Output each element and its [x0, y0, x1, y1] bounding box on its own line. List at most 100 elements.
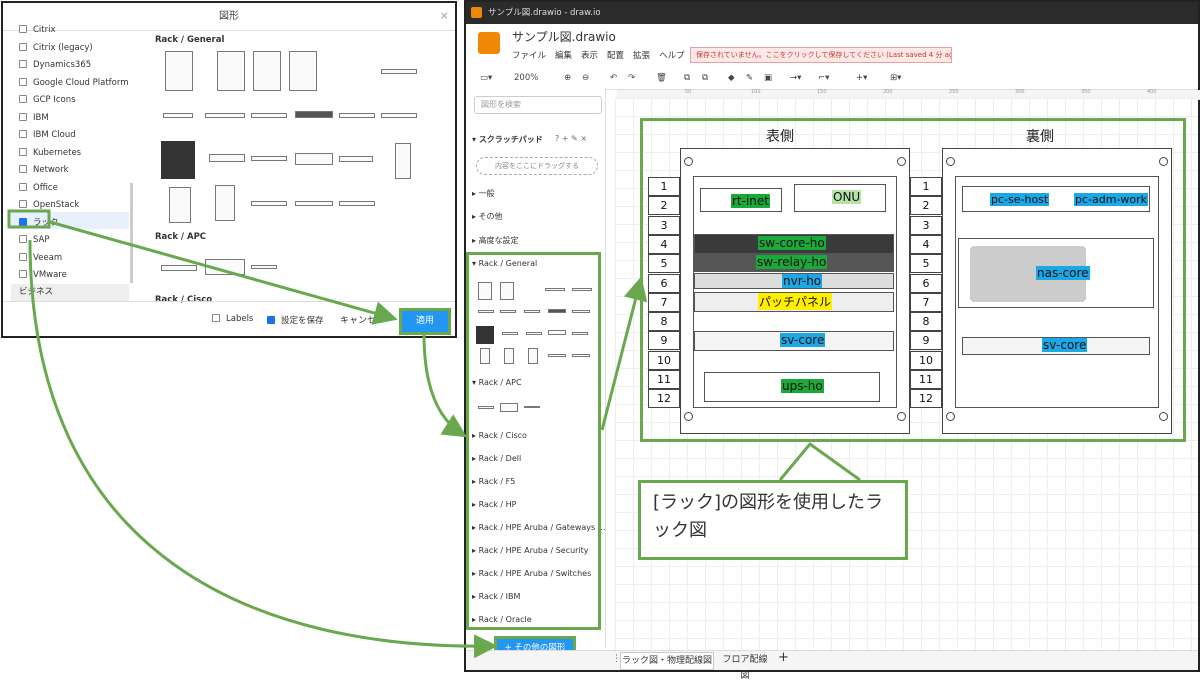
rack-shelf-shape[interactable] [161, 141, 195, 179]
rack-cabinet-shape[interactable] [165, 51, 193, 91]
checkbox-icon[interactable] [19, 217, 27, 226]
library-item[interactable]: GCP Icons [19, 93, 76, 107]
rack-switch-shape[interactable] [295, 111, 333, 118]
apc-device-shape[interactable] [161, 265, 197, 271]
callout-note[interactable]: [ラック]の図形を使用したラック図 [638, 480, 908, 560]
rack-device-shape[interactable] [205, 113, 245, 118]
cancel-button[interactable]: キャンセル [340, 310, 394, 332]
library-item[interactable]: Kubernetes [19, 146, 81, 160]
rack-cabinet-shape[interactable] [217, 51, 245, 91]
unsaved-warning[interactable]: 保存されていません。ここをクリックして保存してください (Last saved … [690, 47, 952, 63]
rack-patch-shape[interactable] [295, 153, 333, 165]
to-front-icon[interactable]: ⧉ [684, 73, 690, 83]
label-nvr-ho[interactable]: nvr-ho [782, 274, 823, 288]
rack-device-shape[interactable] [251, 201, 287, 206]
page-tab-rack[interactable]: ラック図・物理配線図 [620, 652, 714, 670]
rack-1u-shape[interactable] [381, 69, 417, 74]
undo-icon[interactable]: ↶ [610, 73, 617, 83]
zoom-in-icon[interactable]: ⊕ [564, 73, 571, 83]
checkbox-icon[interactable] [19, 95, 27, 103]
checkbox-icon[interactable] [19, 60, 27, 68]
menu-edit[interactable]: 編集 [555, 51, 572, 61]
rack-cabinet-shape[interactable] [289, 51, 317, 91]
document-title[interactable]: サンプル図.drawio [512, 28, 616, 45]
library-item[interactable]: Network [19, 163, 69, 177]
checkbox-icon[interactable] [19, 235, 27, 243]
rack-device-shape[interactable] [295, 201, 333, 206]
redo-icon[interactable]: ↷ [628, 73, 635, 83]
sidebar-group-advanced[interactable]: ▸ 高度な設定 [472, 235, 519, 246]
checkbox-icon[interactable] [19, 200, 27, 208]
rack-device-shape[interactable] [163, 113, 193, 118]
rack-tower-shape[interactable] [395, 143, 411, 179]
rack-device-shape[interactable] [339, 201, 375, 206]
scratchpad-tools-icon[interactable]: ? + ✎ × [555, 134, 587, 143]
menu-file[interactable]: ファイル [512, 51, 546, 61]
connection-icon[interactable]: →▾ [790, 73, 801, 83]
format-panel-icon[interactable]: ▭▾ [480, 73, 492, 83]
waypoint-icon[interactable]: ⌐▾ [818, 73, 829, 83]
label-rt-inet[interactable]: rt-inet [731, 194, 770, 208]
shape-search-input[interactable]: 図形を検索 [474, 96, 602, 114]
library-item[interactable]: Citrix (legacy) [19, 41, 93, 55]
rack-device-shape[interactable] [381, 113, 417, 118]
library-scrollbar[interactable] [130, 183, 133, 283]
rack-device-shape[interactable] [339, 156, 373, 162]
label-sv-core-back[interactable]: sv-core [1042, 338, 1088, 352]
label-pc-adm-work[interactable]: pc-adm-work [1074, 193, 1149, 206]
library-item[interactable]: SAP [19, 233, 50, 247]
rack-cabinet-shape[interactable] [253, 51, 281, 91]
checkbox-icon[interactable] [19, 77, 27, 86]
label-sv-core-front[interactable]: sv-core [780, 333, 826, 347]
apply-button[interactable]: 適用 [399, 308, 451, 335]
library-item[interactable]: IBM Cloud [19, 128, 76, 142]
library-item[interactable]: ラック [19, 216, 59, 230]
insert-icon[interactable]: +▾ [856, 73, 867, 83]
page-tab-floor[interactable]: フロア配線図 [720, 652, 770, 681]
menu-extras[interactable]: 拡張 [633, 51, 650, 61]
save-settings-checkbox[interactable]: 設定を保存 [267, 314, 324, 326]
line-color-icon[interactable]: ✎ [746, 73, 753, 83]
library-item[interactable]: IBM [19, 111, 49, 125]
label-sw-core-ho[interactable]: sw-core-ho [758, 236, 826, 250]
checkbox-icon[interactable] [19, 130, 27, 138]
apc-device-shape[interactable] [251, 265, 277, 269]
checkbox-icon[interactable] [19, 42, 27, 51]
rack-tower-shape[interactable] [215, 185, 235, 221]
label-sw-relay-ho[interactable]: sw-relay-ho [756, 255, 828, 269]
to-back-icon[interactable]: ⧉ [702, 73, 708, 83]
library-item[interactable]: Citrix [19, 23, 56, 37]
label-onu[interactable]: ONU [832, 190, 862, 204]
checkbox-icon[interactable] [19, 112, 27, 121]
checkbox-icon[interactable] [19, 270, 27, 278]
library-item[interactable]: Office [19, 181, 58, 195]
library-item[interactable]: Google Cloud Platform [19, 76, 129, 90]
close-icon[interactable]: × [440, 9, 449, 22]
sidebar-group-misc[interactable]: ▸ その他 [472, 211, 503, 222]
label-pc-se-host[interactable]: pc-se-host [990, 193, 1050, 206]
checkbox-icon[interactable] [19, 252, 27, 261]
menu-view[interactable]: 表示 [581, 51, 598, 61]
library-item[interactable]: Dynamics365 [19, 58, 91, 72]
label-patch-panel[interactable]: パッチパネル [758, 293, 833, 310]
scratchpad-header[interactable]: ▾ スクラッチパッド [472, 134, 543, 145]
checkbox-icon[interactable] [19, 182, 27, 191]
labels-checkbox[interactable]: Labels [212, 314, 253, 324]
menu-help[interactable]: ヘルプ [659, 51, 685, 61]
shadow-icon[interactable]: ▣ [764, 73, 772, 83]
rack-tower-shape[interactable] [169, 187, 191, 223]
label-ups-ho[interactable]: ups-ho [781, 379, 824, 393]
zoom-level[interactable]: 200% [514, 73, 538, 83]
label-nas-core[interactable]: nas-core [1036, 266, 1090, 280]
sidebar-group-general[interactable]: ▸ 一般 [472, 188, 495, 199]
checkbox-icon[interactable] [19, 147, 27, 156]
library-item[interactable]: Veeam [19, 251, 62, 265]
delete-icon[interactable]: 🗑 [656, 73, 667, 83]
add-page-icon[interactable]: + [778, 650, 789, 665]
menu-arrange[interactable]: 配置 [607, 51, 624, 61]
checkbox-icon[interactable] [19, 25, 27, 33]
rack-device-shape[interactable] [209, 154, 245, 162]
table-icon[interactable]: ⊞▾ [890, 73, 901, 83]
zoom-out-icon[interactable]: ⊖ [582, 73, 589, 83]
rack-device-shape[interactable] [339, 113, 375, 118]
